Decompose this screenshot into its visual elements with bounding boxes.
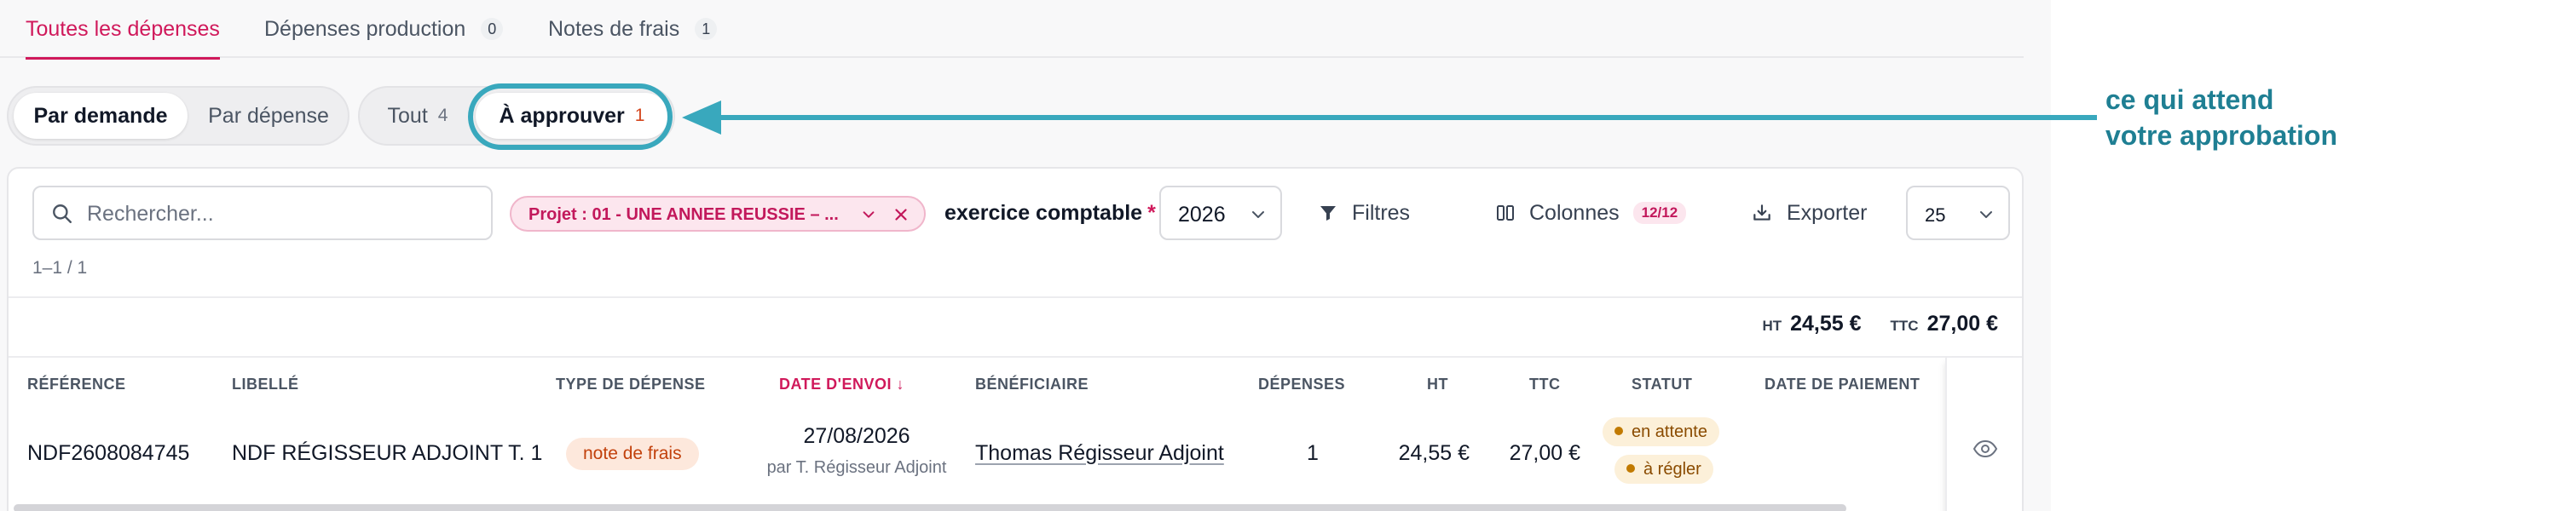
button-label: Tout: [387, 103, 428, 128]
tab-label: Toutes les dépenses: [26, 16, 220, 41]
tab-label: Dépenses production: [264, 16, 466, 41]
total-ht-value: 24,55 €: [1790, 312, 1862, 336]
status-all-button[interactable]: Tout 4: [367, 93, 469, 139]
column-header-reference[interactable]: RÉFÉRENCE: [27, 376, 126, 393]
button-label: À approuver: [499, 103, 625, 128]
horizontal-scrollbar[interactable]: [14, 504, 1846, 511]
count: 4: [437, 106, 448, 125]
cell-expenses-count: 1: [1307, 441, 1319, 465]
status-badge: en attente: [1603, 417, 1719, 446]
tab-expense-reports[interactable]: Notes de frais 1: [548, 0, 718, 58]
select-value: 2026: [1178, 203, 1226, 227]
tab-count-badge: 0: [481, 18, 504, 40]
filter-icon: [1320, 206, 1336, 221]
columns-count-badge: 12/12: [1632, 202, 1687, 224]
cell-ttc: 27,00 €: [1509, 441, 1580, 465]
column-header-sent-date[interactable]: DATE D'ENVOI ↓: [779, 376, 904, 393]
cell-ht: 24,55 €: [1398, 441, 1470, 465]
columns-button[interactable]: Colonnes 12/12: [1495, 186, 1687, 240]
tab-all-expenses[interactable]: Toutes les dépenses: [26, 0, 220, 60]
search-icon: [53, 204, 72, 223]
close-icon[interactable]: [892, 205, 910, 224]
button-label: Par dépense: [208, 103, 329, 128]
required-marker: *: [1147, 201, 1156, 225]
tab-count-badge: 1: [695, 18, 718, 40]
view-by-expense-button[interactable]: Par dépense: [191, 93, 346, 139]
view-mode-toggle: Par demande Par dépense: [7, 86, 349, 146]
expense-type-tag: note de frais: [566, 438, 699, 470]
chevron-down-icon[interactable]: [861, 207, 876, 222]
export-button[interactable]: Exporter: [1751, 186, 1867, 240]
status-to-approve-button[interactable]: À approuver 1: [476, 93, 668, 139]
tab-label: Notes de frais: [548, 16, 680, 41]
column-header-status[interactable]: STATUT: [1632, 376, 1692, 393]
fiscal-year-label: exercice comptable *: [944, 201, 1156, 226]
total-ttc-label: TTC: [1890, 318, 1919, 334]
row-actions-column: [1945, 358, 2022, 511]
cell-sent-by: par T. Régisseur Adjoint: [766, 458, 947, 477]
expenses-card: Projet : 01 - UNE ANNEE REUSSIE – ... ex…: [7, 167, 2024, 511]
select-value: 25: [1925, 204, 1946, 226]
page-size-select[interactable]: 25: [1906, 186, 2010, 240]
column-header-payment-date[interactable]: DATE DE PAIEMENT: [1765, 376, 1920, 393]
project-filter-chip[interactable]: Projet : 01 - UNE ANNEE REUSSIE – ...: [510, 196, 926, 232]
eye-icon[interactable]: [1972, 439, 1998, 458]
status-text: en attente: [1632, 422, 1707, 441]
tab-production-expenses[interactable]: Dépenses production 0: [264, 0, 504, 58]
chevron-down-icon: [1252, 211, 1264, 218]
view-by-request-button[interactable]: Par demande: [14, 93, 188, 139]
column-header-label[interactable]: LIBELLÉ: [232, 376, 299, 393]
column-header-beneficiary[interactable]: BÉNÉFICIAIRE: [975, 376, 1089, 393]
columns-icon: [1497, 205, 1514, 221]
column-header-ttc[interactable]: TTC: [1529, 376, 1561, 393]
cell-reference: NDF2608084745: [27, 441, 190, 465]
divider: [9, 296, 2022, 298]
download-icon: [1753, 204, 1770, 221]
pagination-info: 1–1 / 1: [32, 258, 88, 278]
total-ht-label: HT: [1762, 318, 1782, 334]
search-input[interactable]: [87, 198, 479, 230]
column-header-expenses[interactable]: DÉPENSES: [1258, 376, 1345, 393]
totals-summary: HT 24,55 € TTC 27,00 €: [1762, 312, 1998, 336]
status-filter-toggle: Tout 4 À approuver 1: [358, 86, 675, 146]
status-badge: à régler: [1614, 455, 1713, 484]
status-dot: [1626, 463, 1635, 473]
annotation-line: votre approbation: [2105, 120, 2338, 151]
button-label: Colonnes: [1529, 200, 1620, 225]
annotation-text: ce qui attend votre approbation: [2105, 82, 2337, 153]
app-region: Toutes les dépenses Dépenses production …: [0, 0, 2051, 511]
button-label: Filtres: [1352, 200, 1411, 225]
chevron-down-icon: [1980, 211, 1992, 218]
cell-sent-date: 27/08/2026: [803, 424, 910, 448]
cell-label: NDF RÉGISSEUR ADJOINT T. 1: [232, 441, 543, 465]
button-label: Exporter: [1787, 200, 1868, 225]
annotation-arrow: [682, 100, 2097, 135]
fiscal-year-select[interactable]: 2026: [1159, 186, 1282, 240]
annotation-line: ce qui attend: [2105, 84, 2274, 115]
label-text: exercice comptable: [944, 201, 1143, 225]
search-box: [32, 186, 493, 240]
cell-beneficiary-link[interactable]: Thomas Régisseur Adjoint: [975, 441, 1224, 466]
divider: [9, 356, 2022, 358]
total-ttc-value: 27,00 €: [1926, 312, 1998, 336]
filters-button[interactable]: Filtres: [1318, 186, 1410, 240]
status-dot: [1614, 426, 1623, 435]
status-text: à régler: [1643, 460, 1701, 479]
button-label: Par demande: [33, 103, 168, 128]
chip-label: Projet : 01 - UNE ANNEE REUSSIE – ...: [528, 205, 839, 224]
column-header-type[interactable]: TYPE DE DÉPENSE: [556, 376, 706, 393]
count: 1: [634, 106, 645, 125]
column-header-ht[interactable]: HT: [1427, 376, 1448, 393]
expense-tabs: Toutes les dépenses Dépenses production …: [0, 0, 2024, 60]
